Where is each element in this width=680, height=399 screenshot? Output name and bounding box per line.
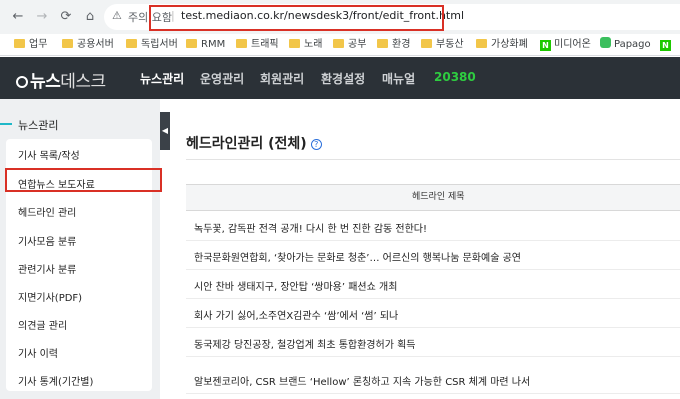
sidebar-item-article-list[interactable]: 기사 목록/작성 [18,147,80,162]
sidebar-title: 뉴스관리 [18,119,59,132]
triangle-left-icon: ◀ [161,126,169,135]
question-circle-icon[interactable]: ? [310,139,322,150]
sidebar: 뉴스관리 기사 목록/작성 연합뉴스 보도자료 헤드라인 관리 기사모음 분류 … [0,99,160,399]
naver-n-icon: N [660,40,671,51]
nav-settings[interactable]: 환경설정 [321,70,365,87]
bookmark-item[interactable]: 공부 [333,37,366,53]
nav-member-management[interactable]: 회원관리 [260,70,304,87]
sidebar-item-article-stats[interactable]: 기사 통계(기간별) [18,373,93,388]
headline-title[interactable]: 녹두꽃, 감독판 전격 공개! 다시 한 번 진한 감동 전한다! [194,220,427,235]
warning-icon[interactable]: ⚠ [112,9,122,22]
page-title: 헤드라인관리 (전체)? [186,133,322,153]
sidebar-item-print-pdf[interactable]: 지면기사(PDF) [18,289,82,304]
table-row[interactable]: 알보젠코리아, CSR 브랜드 ‘Hellow’ 론칭하고 지속 가능한 CSR… [186,365,680,394]
folder-icon [377,39,388,48]
title-divider [186,159,680,160]
naver-n-icon: N [540,40,551,51]
bookmark-item[interactable]: 독립서버 [126,37,178,53]
bookmark-item[interactable]: 가상화폐 [476,37,528,53]
sidebar-title-accent [0,123,12,125]
table-row[interactable]: 회사 가기 싫어,소주연X김관수 ‘쌈’에서 ‘썸’ 되나 [186,299,680,328]
bookmark-item[interactable]: N [660,37,674,53]
column-header-headline-title: 헤드라인 제목 [412,192,465,202]
sidebar-item-article-collection[interactable]: 기사모음 분류 [18,233,76,248]
nav-news-management[interactable]: 뉴스관리 [140,70,184,87]
nav-operation-management[interactable]: 운영관리 [200,70,244,87]
headline-title[interactable]: 알보젠코리아, CSR 브랜드 ‘Hellow’ 론칭하고 지속 가능한 CSR… [194,373,530,388]
table-row[interactable]: 한국문화원연합회, ‘찾아가는 문화로 청춘’… 어르신의 행복나눔 문화예술 … [186,241,680,270]
headline-title[interactable]: 한국문화원연합회, ‘찾아가는 문화로 청춘’… 어르신의 행복나눔 문화예술 … [194,249,521,264]
table-row[interactable]: 동국제강 당진공장, 철강업계 최초 통합환경허가 획득 [186,328,680,357]
headline-title[interactable]: 동국제강 당진공장, 철강업계 최초 통합환경허가 획득 [194,336,415,351]
logo-icon [16,76,28,88]
sidebar-collapse-button[interactable]: ◀ [160,112,170,150]
sidebar-item-related-articles[interactable]: 관련기사 분류 [18,261,76,276]
bookmarks-bar: 업무 공용서버 독립서버 RMM 트래픽 노래 공부 환경 부동산 가상화폐 N… [0,34,680,56]
sidebar-item-headline[interactable]: 헤드라인 관리 [18,204,76,219]
folder-icon [186,39,197,48]
folder-icon [236,39,247,48]
bookmark-item[interactable]: Papago [600,37,651,53]
bookmark-item[interactable]: 부동산 [421,37,464,53]
bookmark-item[interactable]: 환경 [377,37,410,53]
folder-icon [126,39,137,48]
app-header: 뉴스데스크 뉴스관리 운영관리 회원관리 환경설정 매뉴얼 20380 [0,57,680,99]
nav-manual[interactable]: 매뉴얼 [382,70,415,87]
url-highlight-box [149,5,444,31]
table-row[interactable]: 시안 찬바 생태지구, 장안탑 ‘쌍마용’ 패션쇼 개최 [186,270,680,299]
folder-icon [421,39,432,48]
bookmark-item[interactable]: 트래픽 [236,37,279,53]
folder-icon [289,39,300,48]
sidebar-item-comments[interactable]: 의견글 관리 [18,317,67,332]
bookmark-item[interactable]: 노래 [289,37,322,53]
folder-icon [333,39,344,48]
headline-title[interactable]: 회사 가기 싫어,소주연X김관수 ‘쌈’에서 ‘썸’ 되나 [194,307,398,322]
main-content: 헤드라인관리 (전체)? 헤드라인 제목 녹두꽃, 감독판 전격 공개! 다시 … [170,99,680,399]
headline-title[interactable]: 시안 찬바 생태지구, 장안탑 ‘쌍마용’ 패션쇼 개최 [194,278,397,293]
bookmark-item[interactable]: RMM [186,37,225,53]
folder-icon [14,39,25,48]
table-row[interactable]: 녹두꽃, 감독판 전격 공개! 다시 한 번 진한 감동 전한다! [186,212,680,241]
bookmark-item[interactable]: 업무 [14,37,47,53]
folder-icon [476,39,487,48]
reload-icon[interactable]: ⟳ [56,7,76,27]
article-count: 20380 [434,70,476,84]
home-icon[interactable]: ⌂ [80,7,100,27]
bookmark-item[interactable]: N 미디어온 [540,37,591,53]
papago-icon [600,37,611,48]
sidebar-item-article-history[interactable]: 기사 이력 [18,345,58,360]
table-header: 헤드라인 제목 [186,184,680,211]
sidebar-highlight-box [5,168,162,192]
folder-icon [62,39,73,48]
bookmark-item[interactable]: 공용서버 [62,37,114,53]
newsdesk-logo[interactable]: 뉴스데스크 [16,67,106,92]
forward-arrow-icon[interactable]: → [32,7,52,27]
back-arrow-icon[interactable]: ← [8,7,28,27]
